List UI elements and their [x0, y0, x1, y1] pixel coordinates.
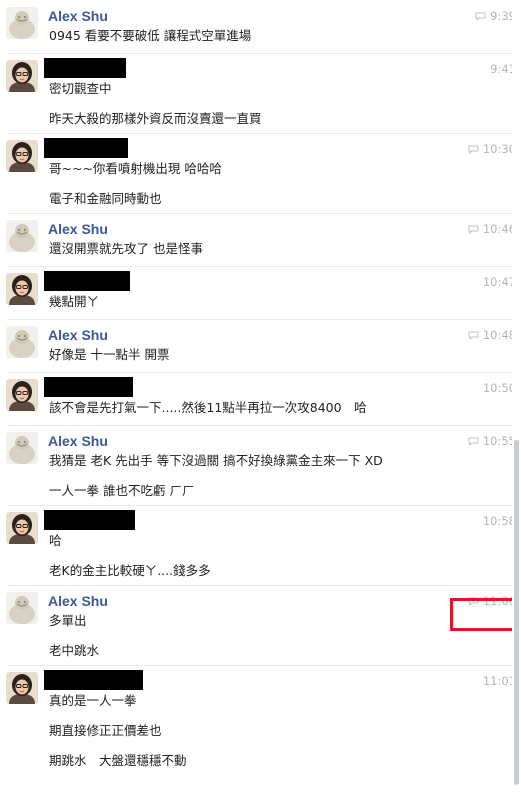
- message-text: 老中跳水: [49, 643, 100, 658]
- scrollbar-thumb[interactable]: [514, 440, 519, 785]
- chat-conversation: Alex Shu 9:39 0945 看要不要破低 讓程式空單進場 9:41 密切觀查中…: [0, 0, 521, 801]
- message-text: 密切觀查中: [49, 81, 112, 96]
- message-divider: [7, 133, 514, 134]
- message-text: 期直接修正正價差也: [49, 723, 162, 738]
- sender-name[interactable]: Alex Shu: [48, 7, 108, 25]
- chat-bubble-icon: [468, 222, 483, 236]
- avatar[interactable]: [6, 60, 38, 92]
- redacted-sender-name: [44, 670, 143, 690]
- message-timestamp[interactable]: 10:55: [468, 434, 516, 448]
- message-text: 還沒開票就先攻了 也是怪事: [49, 241, 203, 256]
- message-text: 我猜是 老K 先出手 等下沒過關 搞不好換綠黨金主來一下 XD: [49, 453, 383, 468]
- message-text: 昨天大殺的那樣外資反而沒賣還一直買: [49, 111, 262, 126]
- message-divider: [7, 213, 514, 214]
- message-text: 真的是一人一拳: [49, 693, 137, 708]
- message-text: 多單出: [49, 613, 87, 628]
- sender-name[interactable]: Alex Shu: [48, 432, 108, 450]
- message-text: 老K的金主比較硬ㄚ....錢多多: [49, 563, 211, 578]
- message-divider: [7, 53, 514, 54]
- message-timestamp[interactable]: 10:46: [468, 222, 516, 236]
- chat-bubble-icon: [468, 434, 483, 448]
- message-text: 哥~~~你看噴射機出現 哈哈哈: [49, 161, 222, 176]
- message-divider: [7, 585, 514, 586]
- message-divider: [7, 266, 514, 267]
- avatar[interactable]: [6, 672, 38, 704]
- message-timestamp[interactable]: 10:30: [468, 142, 516, 156]
- message-text: 哈: [49, 533, 62, 548]
- chat-bubble-icon: [468, 142, 483, 156]
- message-text: 電子和金融同時動也: [49, 191, 162, 206]
- redacted-sender-name: [44, 510, 135, 530]
- redacted-sender-name: [44, 377, 133, 397]
- avatar[interactable]: [6, 592, 38, 624]
- redacted-sender-name: [44, 271, 130, 291]
- sender-name[interactable]: Alex Shu: [48, 326, 108, 344]
- avatar[interactable]: [6, 140, 38, 172]
- highlight-box: [450, 598, 515, 631]
- redacted-sender-name: [44, 58, 126, 78]
- avatar[interactable]: [6, 326, 38, 358]
- avatar[interactable]: [6, 512, 38, 544]
- message-timestamp[interactable]: 9:39: [475, 9, 516, 23]
- avatar[interactable]: [6, 7, 38, 39]
- message-divider: [7, 505, 514, 506]
- avatar[interactable]: [6, 220, 38, 252]
- avatar[interactable]: [6, 379, 38, 411]
- avatar[interactable]: [6, 273, 38, 305]
- message-text: 0945 看要不要破低 讓程式空單進場: [49, 28, 252, 43]
- chat-bubble-icon: [475, 9, 490, 23]
- avatar[interactable]: [6, 432, 38, 464]
- message-divider: [7, 319, 514, 320]
- message-timestamp[interactable]: 10:48: [468, 328, 516, 342]
- message-text: 期跳水 大盤還穩穩不動: [49, 753, 187, 768]
- message-text: 該不會是先打氣一下.....然後11點半再拉一次攻8400 哈: [49, 400, 367, 415]
- message-divider: [7, 665, 514, 666]
- message-divider: [7, 372, 514, 373]
- redacted-sender-name: [44, 138, 128, 158]
- chat-bubble-icon: [468, 328, 483, 342]
- sender-name[interactable]: Alex Shu: [48, 220, 108, 238]
- sender-name[interactable]: Alex Shu: [48, 592, 108, 610]
- message-text: 好像是 十一點半 開票: [49, 347, 170, 362]
- message-text: 一人一拳 誰也不吃虧 ㄏㄏ: [49, 483, 195, 498]
- message-divider: [7, 425, 514, 426]
- message-text: 幾點開ㄚ: [49, 294, 100, 309]
